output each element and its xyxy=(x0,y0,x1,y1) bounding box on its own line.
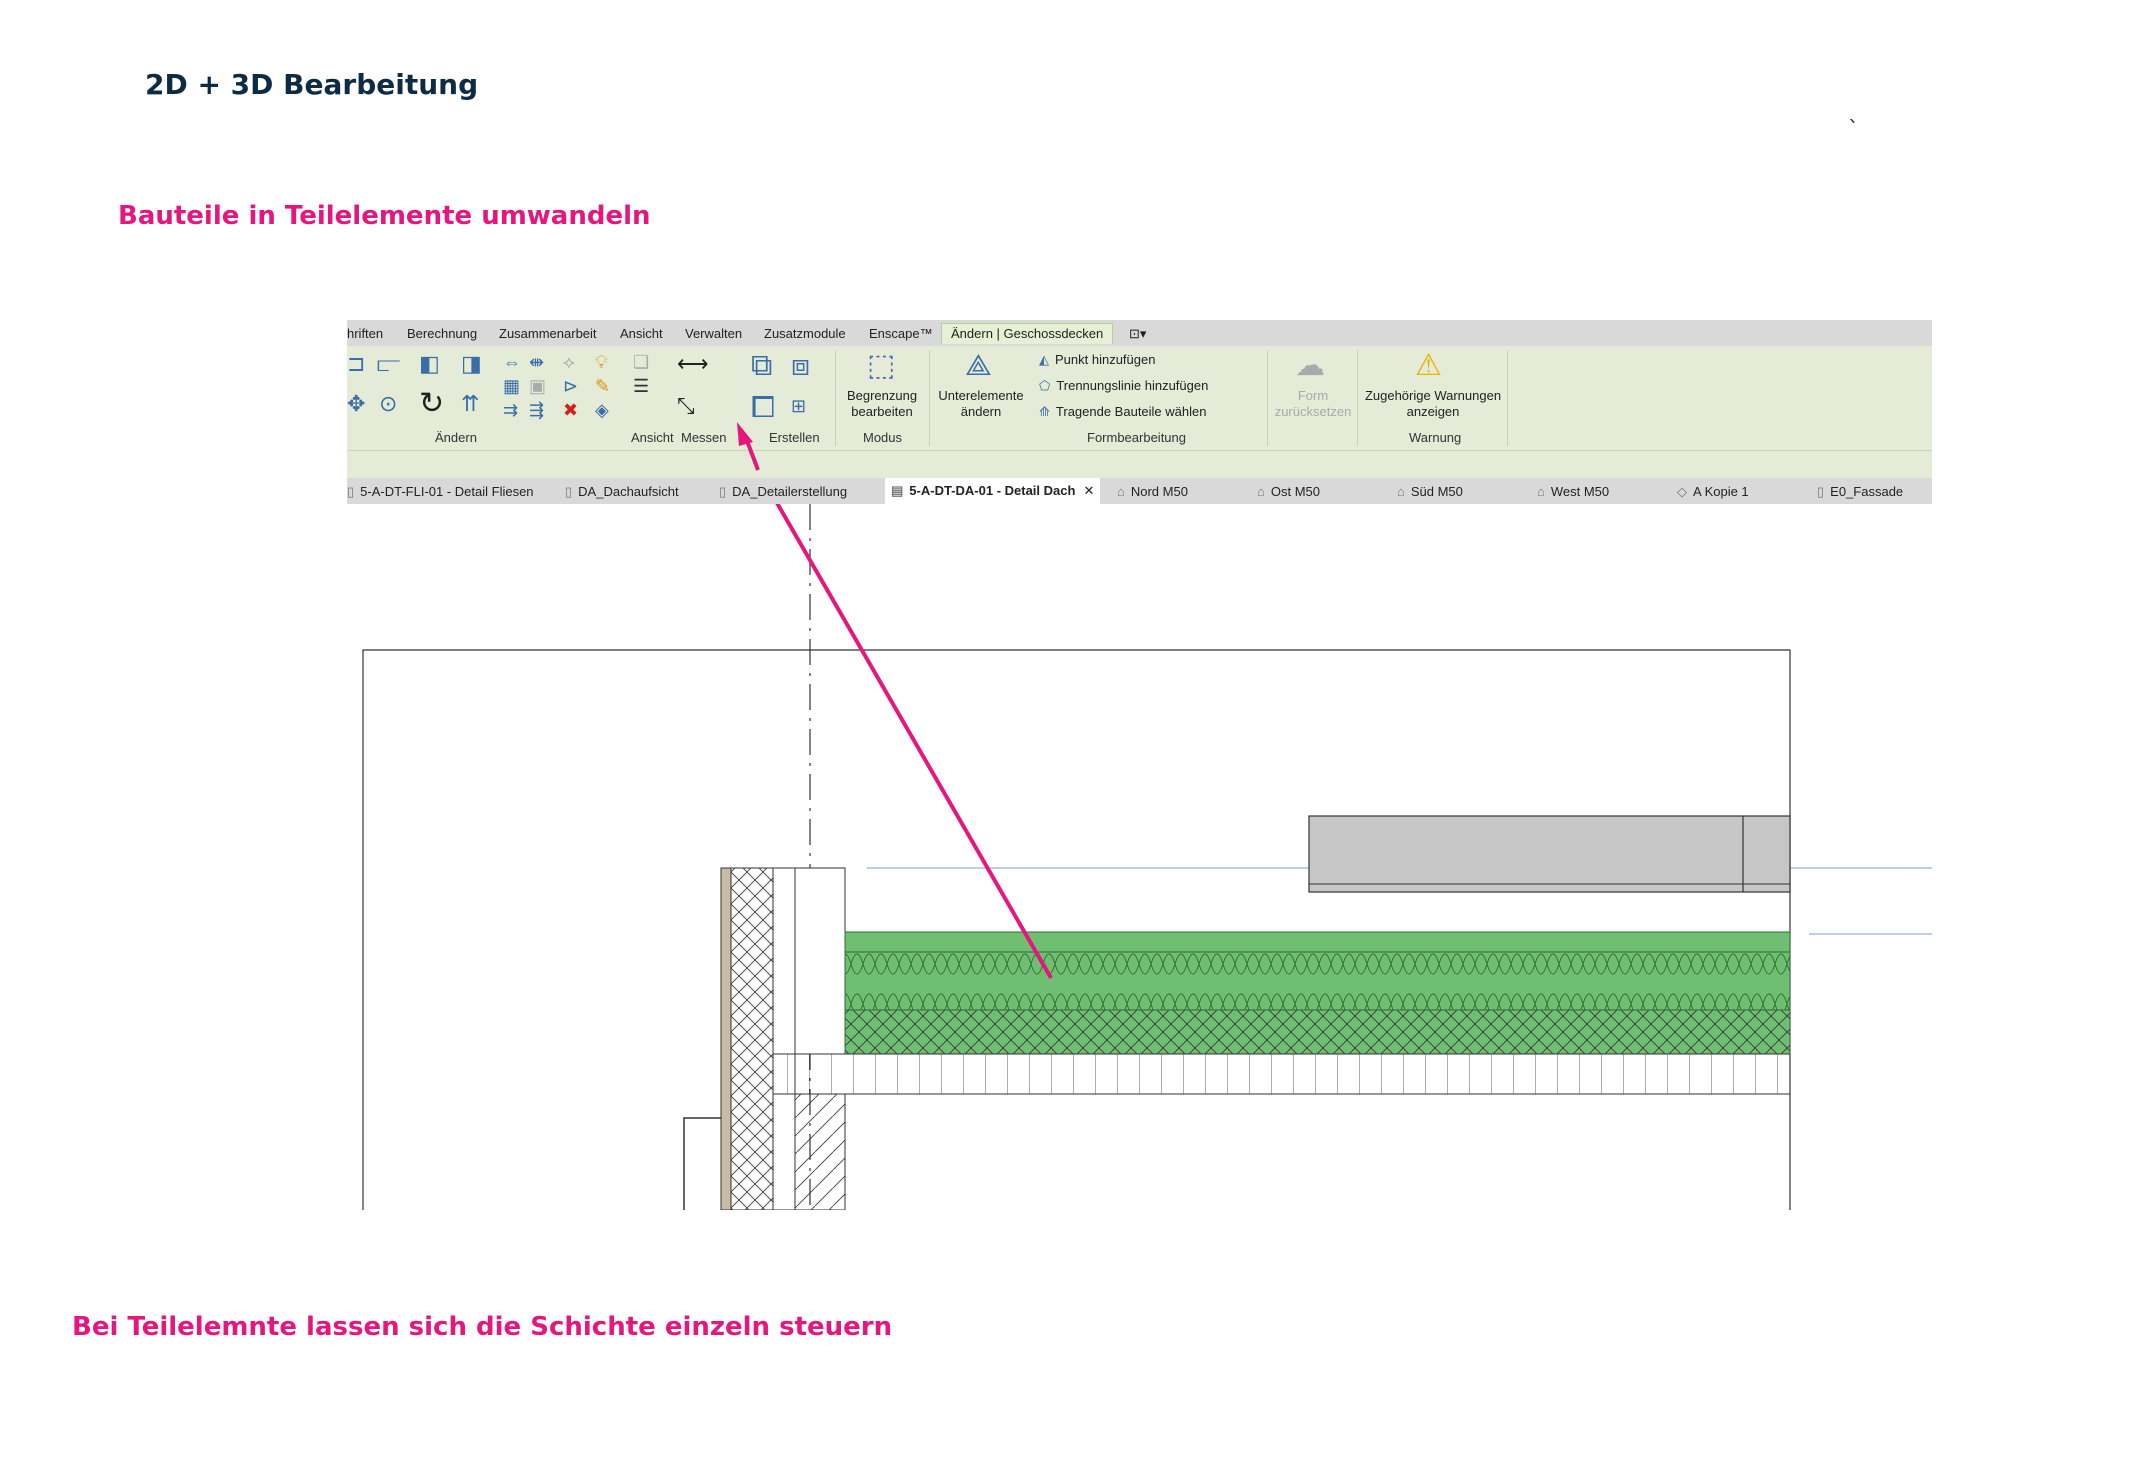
detail-drawing-canvas[interactable] xyxy=(347,504,1932,1210)
section-heading: Bauteile in Teilelemente umwandeln xyxy=(118,201,651,231)
wall-finish-layer xyxy=(720,867,732,1210)
caption-text: Bei Teilelemnte lassen sich die Schichte… xyxy=(72,1312,893,1342)
annotation-arrowhead xyxy=(737,422,753,446)
wall-parapet xyxy=(794,867,846,1055)
wall-air-layer xyxy=(772,867,796,1210)
crop-region-boundary xyxy=(362,649,1791,1210)
stray-tick-mark: ` xyxy=(1848,118,1859,143)
revit-screenshot: hriften Berechnung Zusammenarbeit Ansich… xyxy=(347,320,1932,1210)
wall-insulation-layer xyxy=(730,867,774,1210)
beam-section xyxy=(1308,815,1791,893)
roof-insulation-hatch xyxy=(844,951,1791,1011)
roof-membrane-layer xyxy=(844,931,1791,953)
wall-concrete-layer xyxy=(794,1093,846,1210)
annotation-arrow-overlay xyxy=(737,422,760,471)
page-title: 2D + 3D Bearbeitung xyxy=(145,68,479,101)
roof-deck-boards xyxy=(772,1053,1791,1095)
opening-outline xyxy=(683,1117,721,1210)
roof-bottom-hatch xyxy=(844,1009,1791,1055)
